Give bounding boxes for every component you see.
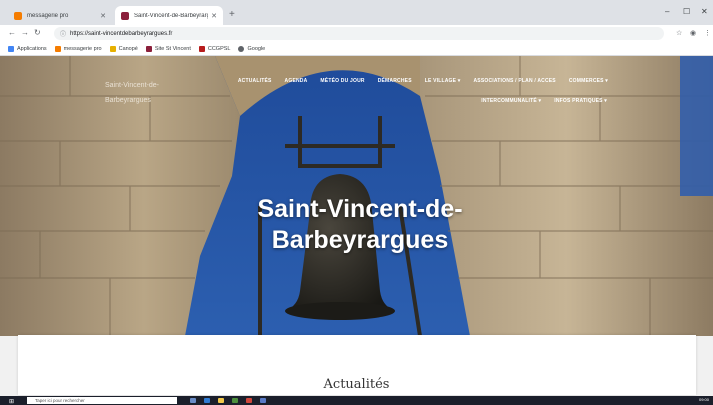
bookmark-icon <box>54 45 61 52</box>
bookmark-applications[interactable]: Applications <box>8 45 47 52</box>
hero-banner: Saint-Vincent-de-Barbeyrargues ACTUALITÉ… <box>0 56 713 336</box>
nav-item-actualites[interactable]: ACTUALITÉS <box>238 78 272 84</box>
back-icon[interactable]: ← <box>8 28 16 37</box>
star-icon[interactable]: ☆ <box>676 29 682 37</box>
minimize-icon[interactable]: – <box>665 7 669 16</box>
favicon <box>121 11 129 20</box>
main-nav: ACTUALITÉS AGENDA MÉTÉO DU JOUR DÉMARCHE… <box>238 78 608 84</box>
task-view-icon[interactable] <box>190 398 196 403</box>
bookmark-ccgpsl[interactable]: CCGPSL <box>198 45 231 52</box>
close-tab-icon[interactable]: ✕ <box>211 12 217 20</box>
bookmark-label: CCGPSL <box>207 45 231 52</box>
maximize-icon[interactable]: ☐ <box>683 7 690 16</box>
url-text: https://saint-vincentdebarbeyrargues.fr <box>70 30 173 37</box>
menu-icon[interactable]: ⋮ <box>704 29 711 37</box>
tab-messagerie[interactable]: messagerie pro ✕ <box>8 6 112 25</box>
bookmark-canope[interactable]: Canopé <box>109 45 138 52</box>
reload-icon[interactable]: ↻ <box>34 28 41 37</box>
forward-icon[interactable]: → <box>21 28 29 37</box>
nav-item-intercommunalite[interactable]: INTERCOMMUNALITÉ ▾ <box>481 98 541 104</box>
hero-title-line2: Barbeyrargues <box>271 226 449 254</box>
nav-item-demarches[interactable]: DÉMARCHES <box>378 78 412 84</box>
app-icon[interactable] <box>246 398 252 403</box>
bookmark-messagerie[interactable]: messagerie pro <box>54 45 102 52</box>
edge-icon[interactable] <box>204 398 210 403</box>
bookmark-icon <box>145 45 152 52</box>
nav-item-associations[interactable]: ASSOCIATIONS / PLAN / ACCES <box>473 78 555 84</box>
bookmark-icon <box>109 45 116 52</box>
site-logo[interactable]: Saint-Vincent-de-Barbeyrargues <box>105 78 195 108</box>
tab-bar: messagerie pro ✕ Saint-Vincent-de-Barbey… <box>0 0 713 25</box>
address-bar[interactable]: ⓘ https://saint-vincentdebarbeyrargues.f… <box>54 27 664 40</box>
bookmark-label: Site St Vincent <box>154 45 191 52</box>
clock[interactable]: 09:00 <box>699 397 709 402</box>
bookmark-label: Applications <box>17 45 47 52</box>
tab-saint-vincent[interactable]: Saint-Vincent-de-Barbeyrargues ✕ <box>115 6 223 25</box>
taskbar: ⊞ Taper ici pour rechercher 09:00 <box>0 396 713 405</box>
nav-item-infos-pratiques[interactable]: INFOS PRATIQUES ▾ <box>554 98 607 104</box>
apps-icon <box>8 45 14 52</box>
close-icon[interactable]: ✕ <box>701 7 708 16</box>
taskbar-search-input[interactable]: Taper ici pour rechercher <box>27 397 177 404</box>
account-icon[interactable]: ◉ <box>690 29 696 37</box>
bookmark-label: messagerie pro <box>63 45 102 52</box>
browser-toolbar: ← → ↻ ⓘ https://saint-vincentdebarbeyrar… <box>0 25 713 42</box>
chrome-icon[interactable] <box>232 398 238 403</box>
hero-title: Saint-Vincent-de- Barbeyrargues <box>210 194 510 256</box>
main-nav-row2: INTERCOMMUNALITÉ ▾ INFOS PRATIQUES ▾ <box>481 98 607 104</box>
nav-item-village[interactable]: LE VILLAGE ▾ <box>425 78 461 84</box>
content-area: Actualités <box>0 335 713 395</box>
nav-item-meteo[interactable]: MÉTÉO DU JOUR <box>320 78 364 84</box>
section-title: Actualités <box>323 377 390 392</box>
tab-label: messagerie pro <box>27 12 69 19</box>
favicon <box>14 11 22 20</box>
bookmarks-bar: Applications messagerie pro Canopé Site … <box>0 42 713 56</box>
folder-icon[interactable] <box>218 398 224 403</box>
bookmark-label: Canopé <box>118 45 138 52</box>
bookmark-label: Google <box>247 45 266 52</box>
windows-start-icon[interactable]: ⊞ <box>9 398 14 405</box>
nav-item-agenda[interactable]: AGENDA <box>285 78 308 84</box>
bookmark-google[interactable]: Google <box>238 45 266 52</box>
hero-title-line1: Saint-Vincent-de- <box>257 195 463 223</box>
bookmark-site[interactable]: Site St Vincent <box>145 45 191 52</box>
plus-icon[interactable]: + <box>229 9 235 20</box>
tab-label: Saint-Vincent-de-Barbeyrargues <box>134 12 208 19</box>
close-tab-icon[interactable]: ✕ <box>100 12 106 20</box>
app-icon[interactable] <box>260 398 266 403</box>
google-icon <box>238 45 245 52</box>
nav-item-commerces[interactable]: COMMERCES ▾ <box>569 78 608 84</box>
info-icon[interactable]: ⓘ <box>60 29 66 38</box>
bookmark-icon <box>198 45 205 52</box>
